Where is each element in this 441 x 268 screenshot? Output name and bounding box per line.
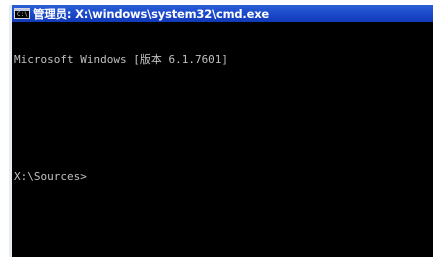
console-line-blank-2: [14, 131, 433, 144]
console-output[interactable]: Microsoft Windows [版本 6.1.7601] X:\Sourc…: [14, 27, 433, 257]
console-prompt[interactable]: X:\Sources>: [14, 170, 433, 183]
title-bar[interactable]: C:\ 管理员: X:\windows\system32\cmd.exe: [12, 5, 433, 22]
window-title: 管理员: X:\windows\system32\cmd.exe: [33, 6, 270, 21]
console-line-version: Microsoft Windows [版本 6.1.7601]: [14, 53, 229, 66]
cmd-window: C:\ 管理员: X:\windows\system32\cmd.exe Mic…: [9, 5, 433, 257]
cmd-icon[interactable]: C:\: [14, 8, 30, 19]
console-line-blank-1: [14, 92, 433, 105]
cmd-icon-glyph: C:\: [17, 11, 28, 18]
